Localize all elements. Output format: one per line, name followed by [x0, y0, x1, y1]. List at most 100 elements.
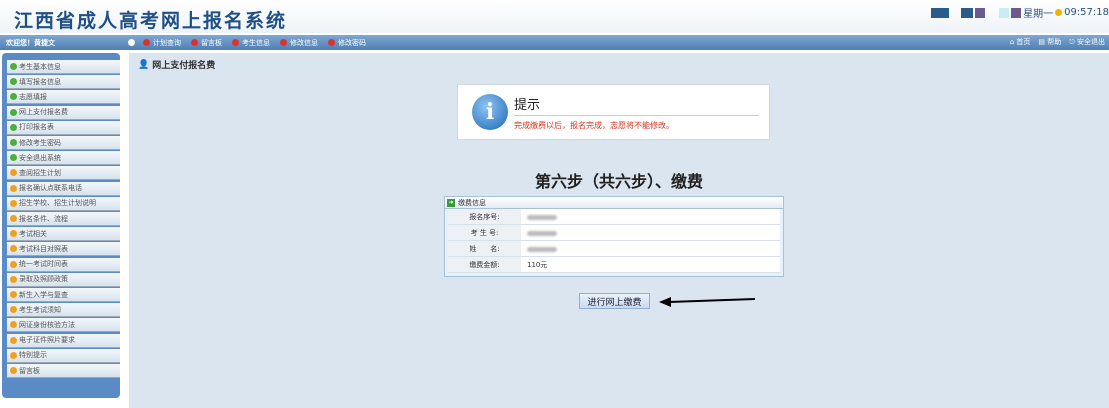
sidebar-item[interactable]: 统一考试时间表 — [7, 257, 120, 272]
sidebar-item[interactable]: 考生考试须知 — [7, 303, 120, 318]
nav-plan-query[interactable]: 计划查询 — [143, 38, 181, 48]
sidebar-item-label: 考生考试须知 — [19, 305, 61, 314]
sidebar-item[interactable]: 考试相关 — [7, 227, 120, 242]
sidebar-item[interactable]: 打印报名表 — [7, 120, 120, 135]
nav-icon — [143, 39, 150, 46]
sidebar-item-label: 新生入学与复查 — [19, 290, 68, 299]
bullet-icon — [10, 108, 17, 116]
table-row: 考 生 号: — [448, 225, 780, 241]
nav-icon — [232, 39, 239, 46]
sidebar-item-label: 考试相关 — [19, 229, 47, 238]
sidebar-item-label: 修改考生密码 — [19, 138, 61, 147]
bullet-icon — [10, 275, 17, 283]
sidebar-item[interactable]: 志愿填报 — [7, 90, 120, 105]
nav-candidate-info[interactable]: 考生信息 — [232, 38, 270, 48]
sidebar-item-label: 考生基本信息 — [19, 62, 61, 71]
sidebar-item[interactable]: 考试科目对照表 — [7, 242, 120, 257]
row-value — [521, 225, 780, 240]
sidebar-item[interactable]: 网上支付报名费 — [7, 105, 120, 120]
sidebar-item[interactable]: 留言板 — [7, 364, 120, 378]
sidebar: 考生基本信息填写报名信息志愿填报网上支付报名费打印报名表修改考生密码 安全退出系统… — [2, 53, 120, 398]
sidebar-item[interactable]: 考生基本信息 — [7, 60, 120, 74]
row-value: 110元 — [521, 257, 780, 272]
home-link[interactable]: ⌂ 首页 — [1010, 37, 1031, 47]
bullet-icon — [10, 336, 17, 344]
sidebar-item[interactable]: 网证身份核验方法 — [7, 318, 120, 333]
row-label: 报名序号: — [448, 209, 521, 224]
sidebar-item[interactable]: 查阅招生计划 — [7, 166, 120, 181]
bullet-icon — [10, 260, 17, 268]
step-heading: 第六步（共六步）、缴费 — [534, 172, 703, 191]
clock-icon — [1055, 9, 1063, 16]
nav-edit-info[interactable]: 修改信息 — [280, 38, 318, 48]
page-title: 👤 网上支付报名费 — [138, 59, 216, 72]
clock: 星期一 09:57:18 — [931, 5, 1109, 20]
row-value — [521, 209, 780, 224]
sidebar-item-label: 志愿填报 — [19, 92, 47, 101]
main-content: 👤 网上支付报名费 i 提示 完成缴费以后，报名完成，志愿将不能修改。 第六步（共… — [129, 53, 1109, 408]
sidebar-item[interactable]: 招生学校、招生计划说明 — [7, 196, 120, 211]
nav-icon — [280, 39, 287, 46]
sidebar-item-label: 考试科目对照表 — [19, 244, 68, 253]
sidebar-item-label: 安全退出系统 — [19, 153, 61, 162]
sidebar-item-label: 留言板 — [19, 366, 40, 375]
header: 江西省成人高考网上报名系统 星期一 09:57:18 — [0, 0, 1109, 33]
bullet-icon — [10, 215, 17, 222]
bullet-icon — [10, 351, 17, 359]
sidebar-item-label: 统一考试时间表 — [19, 260, 68, 269]
sidebar-item[interactable]: 特别提示 — [7, 348, 120, 363]
time: 09:57:18 — [1064, 7, 1109, 18]
sidebar-item[interactable]: 电子证件照片要求 — [7, 333, 120, 348]
row-value — [521, 241, 780, 256]
bullet-icon — [10, 367, 17, 374]
bullet-icon — [10, 169, 17, 177]
redacted-value — [527, 230, 557, 236]
logout-link[interactable]: ⎋ 安全退出 — [1069, 37, 1105, 47]
sidebar-item-label: 报名条件、流程 — [19, 214, 68, 223]
system-title: 江西省成人高考网上报名系统 — [14, 10, 288, 32]
nav-change-password[interactable]: 修改密码 — [328, 38, 366, 48]
sidebar-item[interactable]: 录取及照顾政策 — [7, 272, 120, 287]
nav-icon — [191, 39, 198, 46]
bullet-icon — [10, 78, 17, 86]
row-label: 考 生 号: — [448, 225, 521, 240]
nav-icon — [328, 39, 335, 46]
bullet-icon — [10, 184, 17, 192]
nav-message-board[interactable]: 留言板 — [191, 38, 222, 48]
bullet-icon — [10, 245, 17, 253]
arrow-annotation — [659, 297, 756, 307]
notice-message: 完成缴费以后，报名完成，志愿将不能修改。 — [514, 121, 674, 130]
sidebar-item[interactable]: 修改考生密码 — [7, 136, 120, 150]
welcome-text: 欢迎您！黄捷文 — [6, 38, 55, 47]
help-link[interactable]: ▤ 帮助 — [1038, 37, 1061, 47]
row-label: 缴费金额: — [448, 257, 521, 272]
redacted-value — [527, 214, 557, 220]
bullet-icon — [10, 199, 17, 207]
sidebar-item[interactable]: 新生入学与复查 — [7, 288, 120, 302]
top-nav: 欢迎您！黄捷文 计划查询 留言板 考生信息 修改信息 修改密码 ⌂ 首页 ▤ 帮… — [0, 35, 1109, 50]
notice-title: 提示 — [514, 94, 759, 116]
sidebar-item[interactable]: 安全退出系统 — [7, 151, 120, 166]
payment-info-table: ➜ 缴费信息 报名序号: 考 生 号: 姓 名: 缴费金额: 110元 — [444, 196, 784, 277]
sidebar-item-label: 特别提示 — [19, 351, 47, 360]
table-row: 姓 名: — [448, 241, 780, 257]
user-icon: 👤 — [138, 59, 150, 70]
sidebar-item-label: 录取及照顾政策 — [19, 275, 68, 284]
arrow-right-icon: ➜ — [447, 198, 455, 207]
sidebar-item[interactable]: 报名条件、流程 — [7, 212, 120, 226]
sidebar-item-label: 报名确认点联系电话 — [19, 184, 82, 193]
sidebar-item[interactable]: 填写报名信息 — [7, 75, 120, 90]
bullet-icon — [10, 230, 17, 238]
weekday: 星期一 — [1023, 9, 1054, 20]
row-label: 姓 名: — [448, 241, 521, 256]
collapse-icon[interactable] — [128, 39, 135, 46]
sidebar-item[interactable]: 报名确认点联系电话 — [7, 181, 120, 196]
sidebar-item-label: 招生学校、招生计划说明 — [19, 199, 96, 208]
sidebar-item-label: 网上支付报名费 — [19, 108, 68, 117]
sidebar-item-label: 网证身份核验方法 — [19, 320, 75, 329]
bullet-icon — [10, 306, 17, 314]
table-row: 缴费金额: 110元 — [448, 257, 780, 273]
pay-online-button[interactable]: 进行网上缴费 — [579, 293, 650, 309]
bullet-icon — [10, 291, 17, 298]
table-row: 报名序号: — [448, 209, 780, 225]
